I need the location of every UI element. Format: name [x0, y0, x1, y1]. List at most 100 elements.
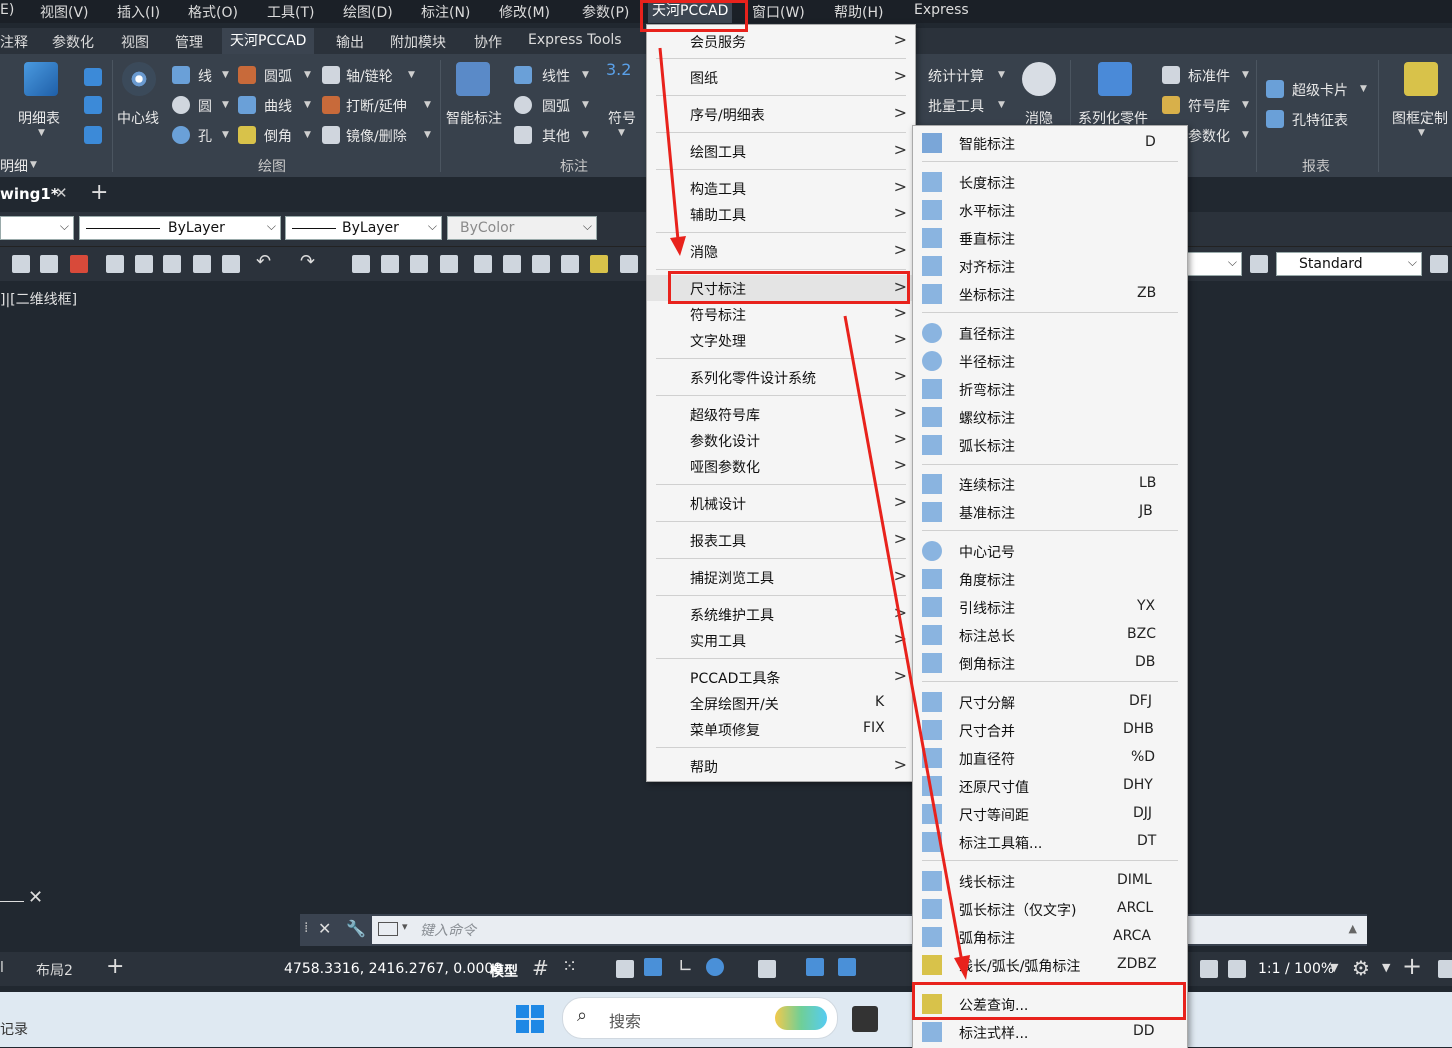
redo-icon[interactable]: ↷ — [300, 251, 315, 272]
isodraft-icon[interactable] — [758, 960, 776, 978]
menu-item-dim-explode[interactable]: 尺寸分解 DFJ — [913, 689, 1187, 715]
chevron-down-icon[interactable]: ▼ — [1418, 128, 1425, 138]
chevron-down-icon[interactable]: ▼ — [424, 130, 431, 140]
pan-icon[interactable] — [352, 255, 370, 273]
menu-item-text-processing[interactable]: 文字处理 > — [647, 327, 915, 353]
arc-dim-button[interactable]: 圆弧 — [542, 96, 570, 116]
menu-item-hide[interactable]: 消隐 > — [647, 238, 915, 264]
command-input[interactable]: 键入命令 — [420, 920, 476, 940]
super-card-button[interactable]: 超级卡片 — [1292, 80, 1348, 100]
close-icon[interactable]: ✕ — [318, 919, 331, 938]
parts-list-icon[interactable] — [24, 62, 58, 96]
linear-button[interactable]: 线性 — [542, 66, 570, 86]
menu-item-total-length-dim[interactable]: 标注总长 BZC — [913, 622, 1187, 648]
menu-window[interactable]: 窗口(W) — [752, 2, 805, 22]
break-icon[interactable] — [322, 96, 340, 114]
parts-list-button[interactable]: 明细表 — [18, 108, 60, 128]
menu-item-arc-length-text[interactable]: 弧长标注（仅文字) ARCL — [913, 896, 1187, 922]
chevron-down-icon[interactable]: ▼ — [1382, 961, 1390, 974]
menu-draw[interactable]: 绘图(D) — [343, 2, 393, 22]
taskbar-search-box[interactable]: ⌕ 搜索 — [562, 997, 838, 1039]
color-combo[interactable]: ByColor ⌵ — [447, 216, 597, 240]
undo-icon[interactable]: ↶ — [256, 251, 271, 272]
zoom-window-icon[interactable] — [410, 255, 428, 273]
menu-format[interactable]: 格式(O) — [188, 2, 238, 22]
shaft-icon[interactable] — [322, 66, 340, 84]
dimstyle-combo[interactable]: ⌵ — [1186, 252, 1242, 276]
title-block-button[interactable]: 图框定制 — [1392, 108, 1448, 128]
menu-tools[interactable]: 工具(T) — [267, 2, 314, 22]
menu-item-bom[interactable]: 序号/明细表 > — [647, 101, 915, 127]
standard-part-icon[interactable] — [1162, 66, 1180, 84]
menu-item-mute-parametric[interactable]: 哑图参数化 > — [647, 453, 915, 479]
arc-dim-icon[interactable] — [514, 96, 532, 114]
series-parts-icon[interactable] — [1098, 62, 1132, 96]
menu-item-center-mark[interactable]: 中心记号 — [913, 538, 1187, 564]
menu-item-radius-dim[interactable]: 半径标注 — [913, 348, 1187, 374]
menu-item-diameter-dim[interactable]: 直径标注 — [913, 320, 1187, 346]
menu-item-snap-browse[interactable]: 捕捉浏览工具 > — [647, 564, 915, 590]
line-button[interactable]: 线 — [198, 66, 212, 86]
tab-express-tools[interactable]: Express Tools — [528, 32, 622, 48]
viewport-scale[interactable]: 1:1 / 100% — [1258, 961, 1334, 977]
chevron-down-icon[interactable]: ▼ — [304, 70, 311, 80]
chevron-down-icon[interactable]: ▼ — [304, 100, 311, 110]
menu-item-fullscreen[interactable]: 全屏绘图开/关 K — [647, 690, 915, 716]
lineweight-combo[interactable]: ByLayer ⌵ — [285, 216, 442, 240]
smart-dimension-button[interactable]: 智能标注 — [446, 108, 502, 128]
menu-item-arc-angle-dim[interactable]: 弧角标注 ARCA — [913, 924, 1187, 950]
centerline-icon[interactable] — [122, 62, 156, 96]
document-tab[interactable]: wing1* — [0, 185, 59, 203]
tab-collaborate[interactable]: 协作 — [474, 32, 502, 52]
viewport-controls[interactable]: ]|[二维线框] — [0, 289, 77, 309]
curve-button[interactable]: 曲线 — [264, 96, 292, 116]
other-dim-icon[interactable] — [514, 126, 532, 144]
block-editor-icon[interactable] — [222, 255, 240, 273]
symbol-icon[interactable]: 3.2 — [606, 60, 631, 79]
menu-item-drawing-sheet[interactable]: 图纸 > — [647, 64, 915, 90]
save-icon[interactable] — [12, 255, 30, 273]
circle-icon[interactable] — [172, 96, 190, 114]
menu-item-super-symbols[interactable]: 超级符号库 > — [647, 401, 915, 427]
task-view-icon[interactable] — [852, 1006, 878, 1032]
dimstyle-icon[interactable] — [1250, 255, 1268, 273]
layout-tab[interactable]: l — [0, 960, 4, 976]
menu-item-ordinate-dim[interactable]: 坐标标注 ZB — [913, 281, 1187, 307]
tab-addins[interactable]: 附加模块 — [390, 32, 446, 52]
hidden-line-icon[interactable] — [1022, 62, 1056, 96]
menu-item-add-diameter[interactable]: 加直径符 %D — [913, 745, 1187, 771]
menu-item-utilities[interactable]: 实用工具 > — [647, 627, 915, 653]
menu-item-baseline-dim[interactable]: 基准标注 JB — [913, 499, 1187, 525]
windows-start-icon[interactable] — [516, 1005, 544, 1033]
title-block-icon[interactable] — [1404, 62, 1438, 96]
menu-view[interactable]: 视图(V) — [40, 2, 89, 22]
add-layout-icon[interactable]: + — [106, 954, 124, 979]
parametric-button[interactable]: 参数化 — [1188, 126, 1230, 146]
menu-item-arc-length-dim[interactable]: 弧长标注 — [913, 432, 1187, 458]
model-space-button[interactable]: 模型 — [490, 961, 518, 981]
menu-item-vertical-dim[interactable]: 垂直标注 — [913, 225, 1187, 251]
menu-item-pccad-toolbar[interactable]: PCCAD工具条 > — [647, 664, 915, 690]
tab-pccad[interactable]: 天河PCCAD — [222, 28, 315, 54]
menu-item-restore-dim[interactable]: 还原尺寸值 DHY — [913, 773, 1187, 799]
chevron-down-icon[interactable]: ▼ — [304, 130, 311, 140]
other-button[interactable]: 其他 — [542, 126, 570, 146]
linear-dim-icon[interactable] — [514, 66, 532, 84]
object-snap-icon[interactable] — [838, 958, 856, 976]
chevron-down-icon[interactable]: ▼ — [38, 128, 45, 138]
layer-combo[interactable]: ⌵ — [0, 216, 74, 240]
search-input[interactable]: 搜索 — [609, 1008, 641, 1032]
mirror-delete-button[interactable]: 镜像/删除 — [346, 126, 407, 146]
snap-icon[interactable]: ⁙ — [562, 956, 577, 977]
chevron-down-icon[interactable]: ▾ — [402, 920, 408, 933]
chevron-down-icon[interactable]: ▼ — [998, 100, 1005, 110]
sheet-set-icon[interactable] — [561, 255, 579, 273]
chamfer-button[interactable]: 倒角 — [264, 126, 292, 146]
print-icon[interactable] — [40, 255, 58, 273]
grid-icon[interactable]: # — [532, 956, 549, 980]
menu-item-aligned-dim[interactable]: 对齐标注 — [913, 253, 1187, 279]
cut-icon[interactable] — [106, 255, 124, 273]
menu-edit[interactable]: E) — [0, 2, 14, 18]
menu-item-length-dim[interactable]: 长度标注 — [913, 169, 1187, 195]
hole-button[interactable]: 孔 — [198, 126, 212, 146]
